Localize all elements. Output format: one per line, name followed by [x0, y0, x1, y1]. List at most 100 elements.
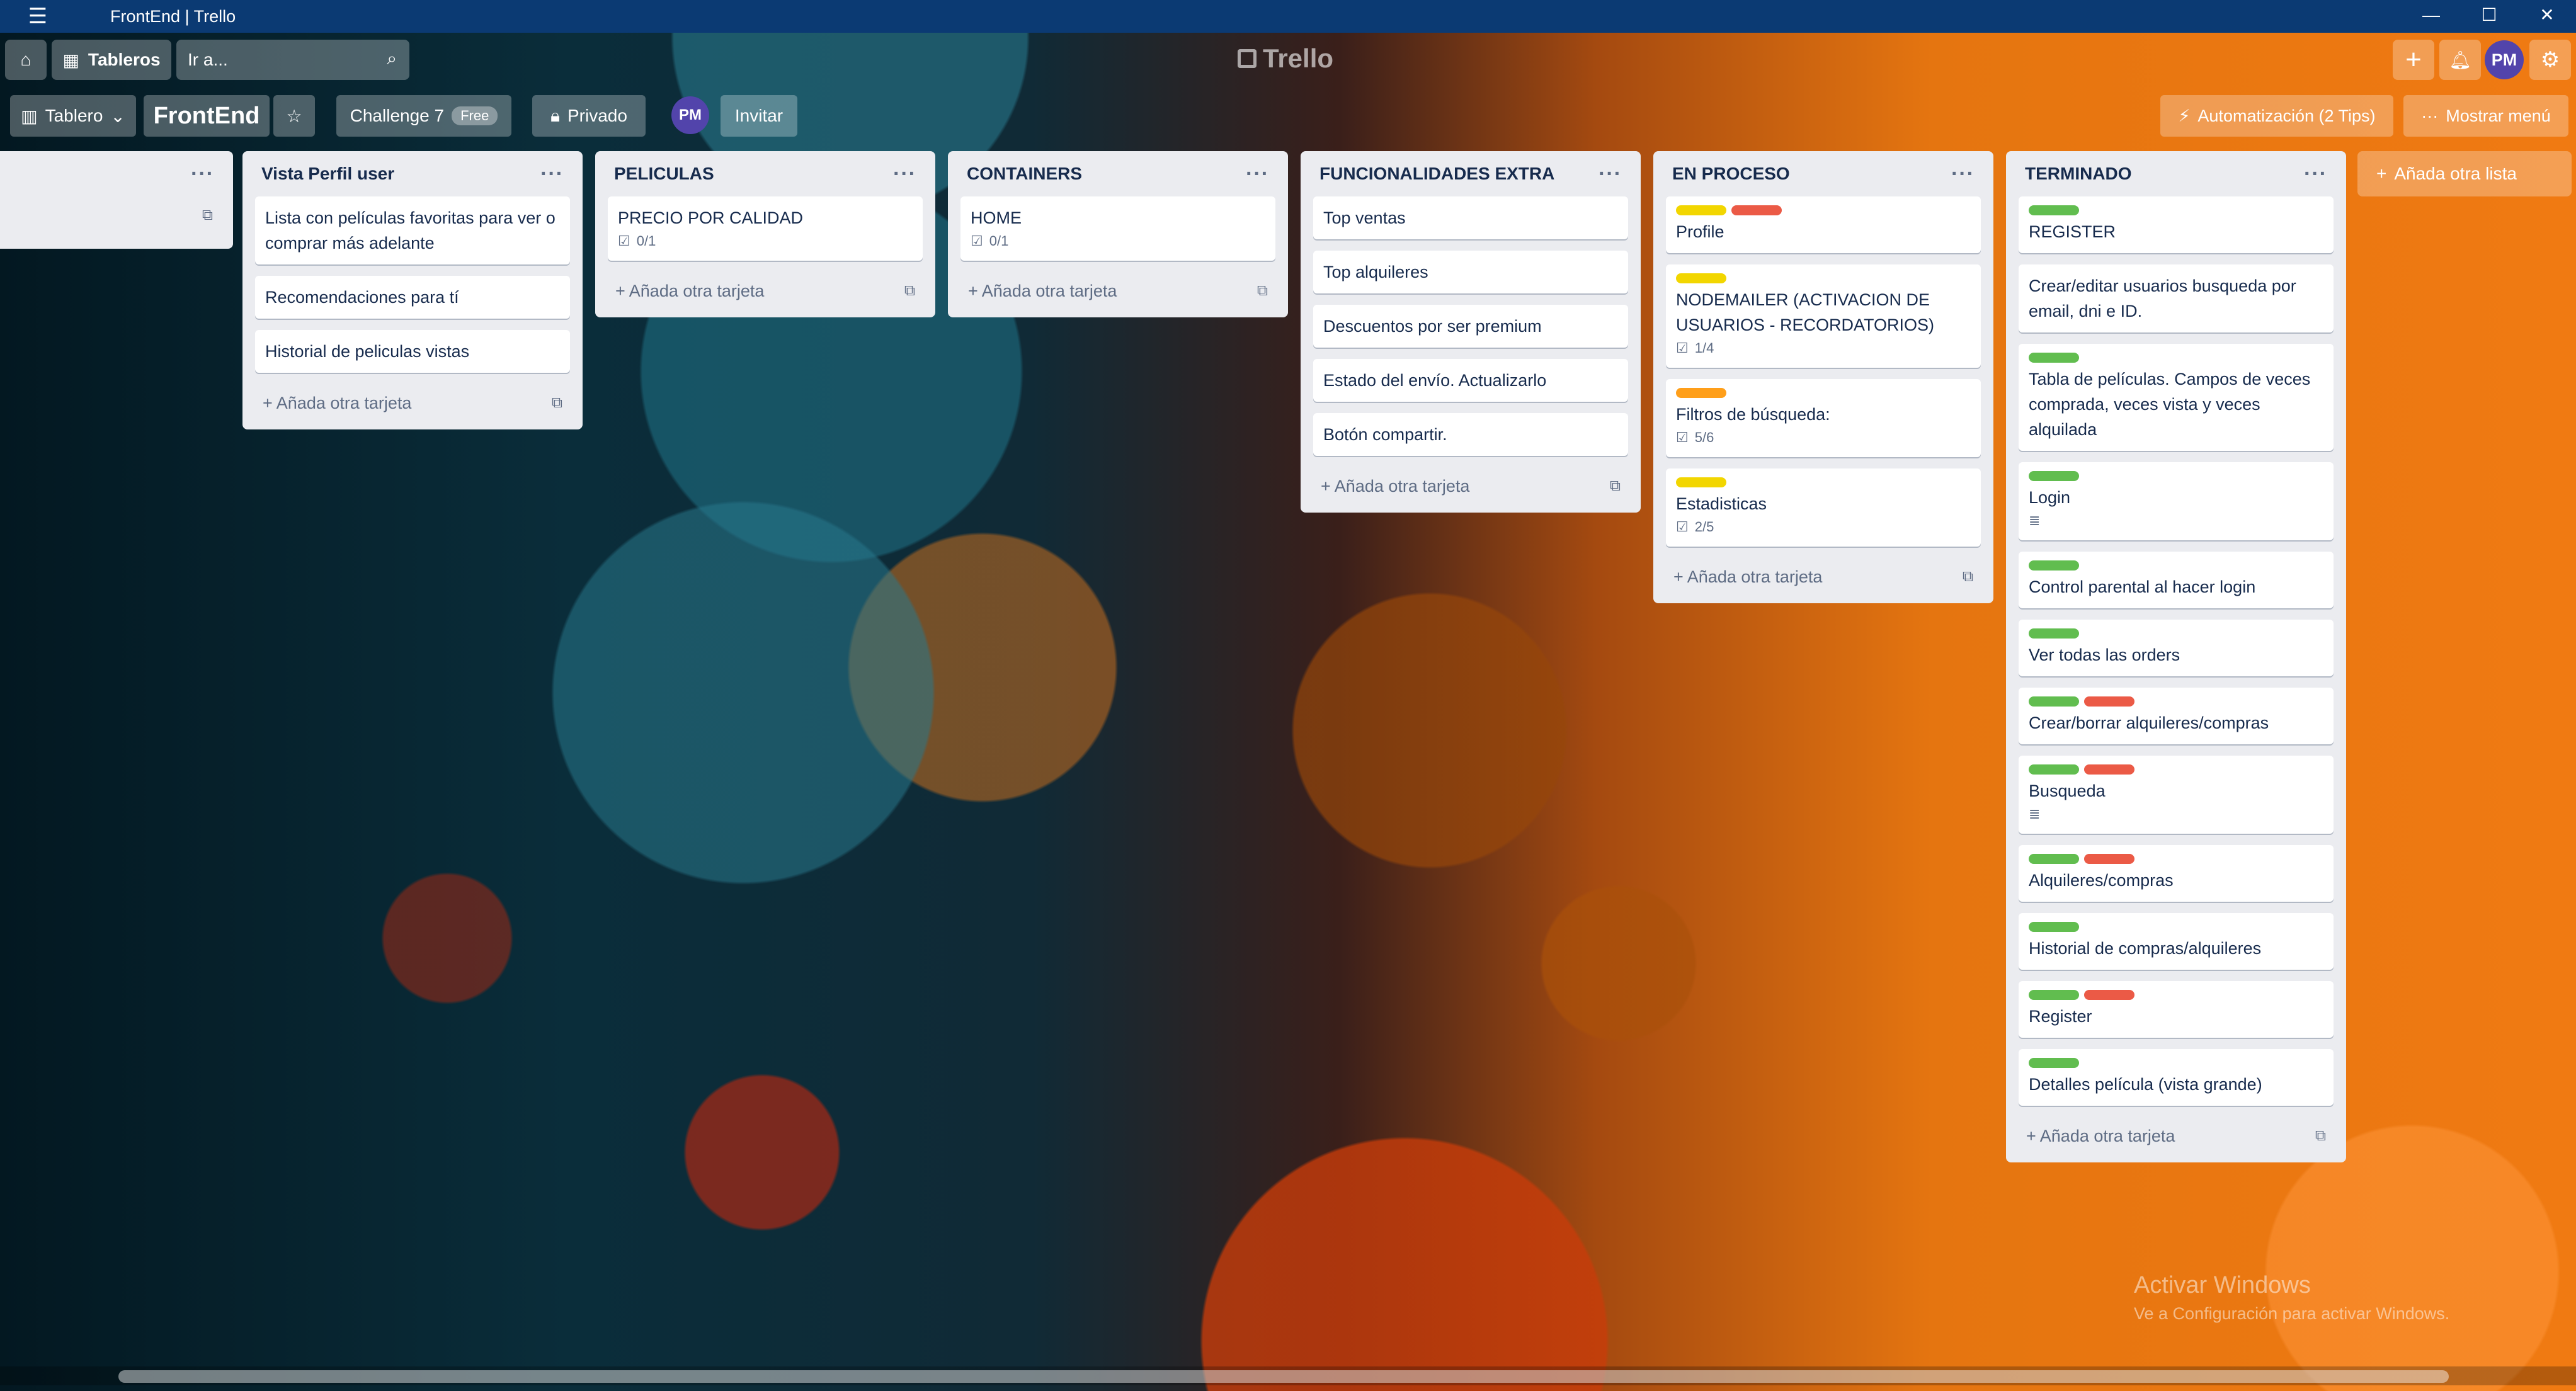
add-card-button[interactable]: + Añada otra tarjeta ⧉	[255, 384, 570, 422]
trello-logo[interactable]: Trello	[1238, 43, 1333, 74]
add-card-label: Añada otra tarjeta	[981, 281, 1117, 300]
star-button[interactable]: ☆	[273, 95, 315, 137]
add-list-button[interactable]: + Añada otra lista	[2357, 151, 2572, 196]
card[interactable]: Register	[2019, 981, 2334, 1038]
workspace-button[interactable]: Challenge 7 Free	[336, 95, 511, 137]
template-icon[interactable]: ⧉	[1257, 282, 1268, 300]
list-more-icon[interactable]: ···	[191, 162, 214, 186]
more-icon: ···	[2421, 106, 2439, 125]
card[interactable]: Detalles película (vista grande)	[2019, 1049, 2334, 1106]
add-card-button[interactable]: + Añada otra tarjeta ⧉	[960, 272, 1275, 310]
invite-button[interactable]: Invitar	[721, 95, 797, 137]
automation-button[interactable]: ⚡︎ Automatización (2 Tips)	[2160, 95, 2393, 137]
card[interactable]: Top alquileres	[1313, 251, 1628, 293]
card[interactable]: Alquileres/compras	[2019, 845, 2334, 902]
template-icon[interactable]: ⧉	[1963, 568, 1973, 586]
card-labels	[2029, 628, 2323, 639]
card-title: Busqueda	[2029, 781, 2106, 800]
list-title[interactable]: EN PROCESO	[1672, 164, 1790, 184]
search-input[interactable]: Ir a... ⌕	[176, 40, 409, 80]
card-title: Login	[2029, 488, 2071, 507]
list-more-icon[interactable]: ···	[2304, 162, 2327, 186]
card[interactable]: Control parental al hacer login	[2019, 552, 2334, 608]
template-icon[interactable]: ⧉	[202, 207, 213, 224]
card[interactable]: Busqueda ≣	[2019, 756, 2334, 834]
add-card-button[interactable]: + Añada otra tarjeta ⧉	[1313, 467, 1628, 505]
card-labels	[1676, 388, 1971, 398]
card[interactable]: Botón compartir.	[1313, 413, 1628, 456]
member-avatar[interactable]: PM	[671, 96, 709, 134]
card[interactable]: Crear/editar usuarios busqueda por email…	[2019, 264, 2334, 332]
close-button[interactable]: ✕	[2518, 0, 2576, 33]
show-menu-button[interactable]: ··· Mostrar menú	[2403, 95, 2568, 137]
list-title[interactable]: PELICULAS	[614, 164, 714, 184]
template-icon[interactable]: ⧉	[552, 394, 562, 412]
card[interactable]: Recomendaciones para tí	[255, 276, 570, 319]
list-more-icon[interactable]: ···	[893, 162, 916, 186]
card[interactable]: Tabla de películas. Campos de veces comp…	[2019, 344, 2334, 451]
visibility-button[interactable]: 🔒︎ Privado	[532, 95, 646, 137]
card[interactable]: Login ≣	[2019, 462, 2334, 540]
list-header[interactable]: TERMINADO ···	[2019, 151, 2334, 196]
card[interactable]: Profile	[1666, 196, 1981, 253]
card[interactable]: NODEMAILER (ACTIVACION DE USUARIOS - REC…	[1666, 264, 1981, 368]
list-title[interactable]: FUNCIONALIDADES EXTRA	[1319, 164, 1554, 184]
card[interactable]: Ver todas las orders	[2019, 620, 2334, 676]
home-button[interactable]: ⌂	[5, 40, 47, 80]
list-more-icon[interactable]: ···	[1951, 162, 1975, 186]
template-icon[interactable]: ⧉	[2315, 1127, 2326, 1145]
list-header[interactable]: n···	[0, 151, 220, 196]
window-titlebar: ☰ FrontEnd | Trello — ☐ ✕	[0, 0, 2576, 33]
add-card-button[interactable]: + Añada otra tarjeta ⧉	[608, 272, 923, 310]
create-button[interactable]: +	[2393, 40, 2434, 80]
list-title[interactable]: Vista Perfil user	[261, 164, 394, 184]
boards-button[interactable]: ▦ Tableros	[52, 40, 171, 80]
card[interactable]: Crear/borrar alquileres/compras	[2019, 688, 2334, 744]
list-more-icon[interactable]: ···	[1246, 162, 1269, 186]
minimize-button[interactable]: —	[2402, 0, 2460, 33]
list-more-icon[interactable]: ···	[1599, 162, 1622, 186]
board-name[interactable]: FrontEnd	[144, 95, 270, 137]
view-switcher[interactable]: ▥ Tablero ⌄	[10, 95, 136, 137]
menu-icon[interactable]: ☰	[0, 4, 76, 29]
search-icon[interactable]: ⌕	[387, 48, 397, 69]
add-card-button[interactable]: + Añada otra tarjeta ⧉	[1666, 558, 1981, 596]
card-title: Estado del envío. Actualizarlo	[1323, 371, 1547, 390]
card-labels	[1676, 205, 1971, 215]
list-header[interactable]: Vista Perfil user ···	[255, 151, 570, 196]
card[interactable]: Historial de peliculas vistas	[255, 330, 570, 373]
scrollbar-thumb[interactable]	[118, 1370, 2449, 1383]
add-card-button[interactable]: + na tarjeta⧉	[0, 196, 220, 234]
bell-icon: 🔔︎	[2449, 50, 2471, 70]
card-title: PRECIO POR CALIDAD	[618, 208, 804, 227]
card[interactable]: Descuentos por ser premium	[1313, 305, 1628, 348]
list-header[interactable]: EN PROCESO ···	[1666, 151, 1981, 196]
plus-icon: +	[1673, 567, 1687, 586]
card[interactable]: REGISTER	[2019, 196, 2334, 253]
list-title[interactable]: CONTAINERS	[967, 164, 1082, 184]
list-header[interactable]: PELICULAS ···	[608, 151, 923, 196]
template-icon[interactable]: ⧉	[904, 282, 915, 300]
user-avatar[interactable]: PM	[2485, 40, 2524, 79]
card[interactable]: Estado del envío. Actualizarlo	[1313, 359, 1628, 402]
notifications-button[interactable]: 🔔︎	[2439, 40, 2481, 80]
horizontal-scrollbar[interactable]	[0, 1366, 2576, 1385]
list-header[interactable]: FUNCIONALIDADES EXTRA ···	[1313, 151, 1628, 196]
card[interactable]: HOME ☑ 0/1	[960, 196, 1275, 261]
list-more-icon[interactable]: ···	[540, 162, 564, 186]
card[interactable]: Lista con películas favoritas para ver o…	[255, 196, 570, 264]
card[interactable]: PRECIO POR CALIDAD ☑ 0/1	[608, 196, 923, 261]
checklist-badge: ☑ 0/1	[971, 230, 1265, 252]
list: n···+ na tarjeta⧉	[0, 151, 233, 249]
list-title[interactable]: TERMINADO	[2025, 164, 2132, 184]
settings-button[interactable]: ⚙	[2529, 40, 2571, 80]
add-card-button[interactable]: + Añada otra tarjeta ⧉	[2019, 1117, 2334, 1155]
card[interactable]: Filtros de búsqueda: ☑ 5/6	[1666, 379, 1981, 457]
list-header[interactable]: CONTAINERS ···	[960, 151, 1275, 196]
card[interactable]: Top ventas	[1313, 196, 1628, 239]
card[interactable]: Historial de compras/alquileres	[2019, 913, 2334, 970]
card[interactable]: Estadisticas ☑ 2/5	[1666, 468, 1981, 547]
maximize-button[interactable]: ☐	[2460, 0, 2518, 33]
template-icon[interactable]: ⧉	[1610, 477, 1621, 495]
card-label-yellow	[1676, 205, 1726, 215]
